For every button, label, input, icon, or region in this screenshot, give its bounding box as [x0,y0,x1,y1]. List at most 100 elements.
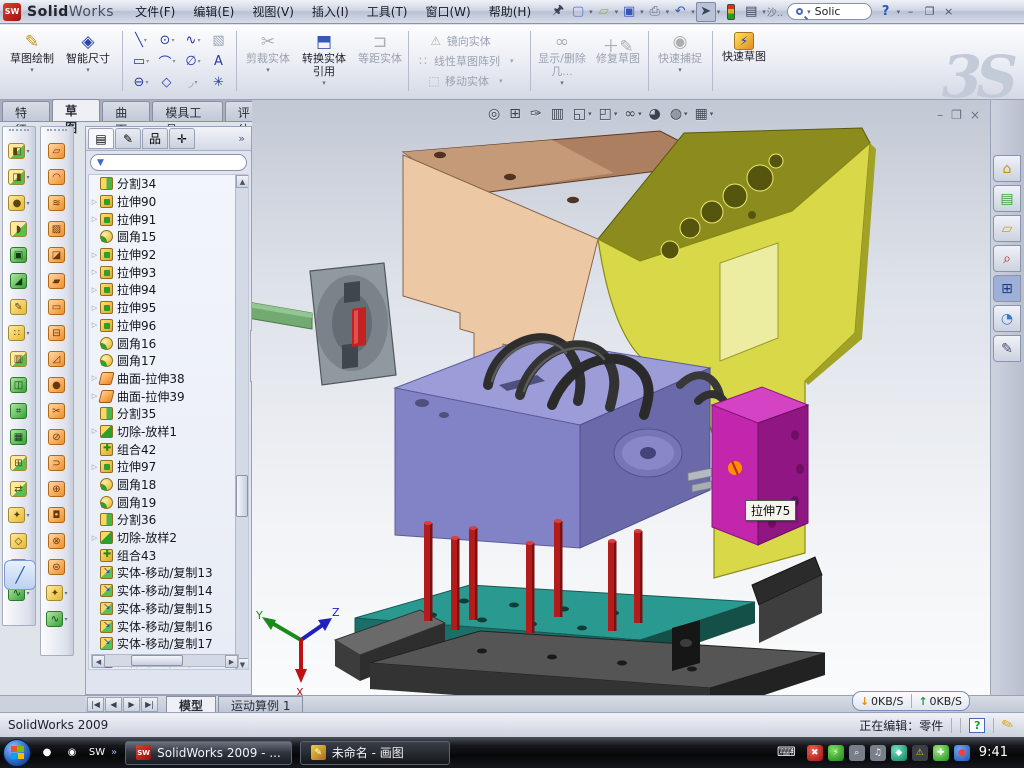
sketch-button[interactable]: ✎ 草图绘制 ▾ [4,28,60,94]
manager-tab[interactable]: ▤ [88,128,114,149]
sketch-entity-icon[interactable]: ▭▾ [128,51,154,72]
smart-dimension-button[interactable]: ◈ 智能尺寸 ▾ [60,28,116,94]
expand-arrow-icon[interactable]: ▷ [89,198,100,206]
pin-icon[interactable]: 🖈 [548,2,568,22]
expand-arrow-icon[interactable]: ▷ [89,534,100,542]
surface-tool-button[interactable]: ✂ [41,398,73,424]
display-delete-relations-button[interactable]: ∞ 显示/删除几... ▾ [534,28,590,94]
feature-tool-button[interactable]: ∷ ▾ [3,320,35,346]
headsup-icon[interactable]: ✑ [530,106,544,122]
select-dd-icon[interactable]: ▾ [717,8,721,16]
expand-arrow-icon[interactable]: ▷ [89,463,100,471]
search-box[interactable]: ▾ [787,3,872,20]
expand-arrow-icon[interactable]: ▷ [89,304,100,312]
headsup-icon[interactable]: ∞▾ [624,106,641,122]
tree-item[interactable]: ▷ 曲面-拉伸38 [89,370,235,388]
tree-item[interactable]: 圆角18 [89,476,235,494]
surface-tool-button[interactable]: ⊜ [41,554,73,580]
new-document-button[interactable]: ▢ [568,2,588,22]
convert-entities-button[interactable]: ⬒ 转换实体引用 ▾ [296,28,352,94]
surface-tool-button[interactable]: ✦ ▾ [41,580,73,606]
menu-item[interactable]: 工具(T) [358,0,417,23]
tree-item[interactable]: 圆角19 [89,493,235,511]
feature-tool-button[interactable]: ● ▾ [3,190,35,216]
feature-tool-button[interactable]: ◇ [3,528,35,554]
feature-tool-button[interactable]: ▦ [3,424,35,450]
scroll-up-icon[interactable]: ▲ [236,175,249,188]
tree-item[interactable]: 实体-移动/复制15 [89,600,235,618]
sketch-entity-icon[interactable]: ╲▾ [128,30,154,51]
close-button[interactable]: × [940,4,957,19]
surface-tool-button[interactable]: ◠ [41,164,73,190]
tag-icon[interactable]: ✎ [1000,715,1016,734]
feature-tool-button[interactable]: ◢ [3,268,35,294]
document-tab[interactable]: 运动算例 1 [218,696,303,712]
select-button[interactable]: ➤ [696,2,716,22]
surface-tool-button[interactable]: ▨ [41,216,73,242]
sketch-entity-icon[interactable]: ✳ [206,72,232,93]
tree-item[interactable]: ▷ 拉伸91 [89,210,235,228]
task-pane-tab[interactable]: ⌂ [993,155,1021,182]
doc-close-button[interactable]: × [970,108,980,122]
doc-restore-button[interactable]: ❐ [951,108,962,122]
display-delete-dd-icon[interactable]: ▾ [560,79,564,87]
sketch-entity-icon[interactable]: ▧ [206,30,232,51]
cavity-block[interactable] [395,338,722,548]
save-dd-icon[interactable]: ▾ [640,8,644,16]
taskbar-button-solidworks[interactable]: SW SolidWorks 2009 - ... [125,741,292,765]
restore-button[interactable]: ❐ [921,4,938,19]
feature-tool-button[interactable]: ▥ [3,346,35,372]
surface-tool-button[interactable]: ▰ [41,268,73,294]
expand-arrow-icon[interactable]: ▷ [89,251,100,259]
tree-item[interactable]: 分割34 [89,175,235,193]
tray-icon[interactable]: ✚ [933,745,949,761]
feature-tool-button[interactable]: ◗ [3,216,35,242]
surface-tool-button[interactable]: ◿ [41,346,73,372]
surface-tool-button[interactable]: ▭ [41,294,73,320]
ribbon-tab[interactable]: 特征 [2,101,50,121]
quick-launch-icon[interactable]: SW [88,744,106,762]
doc-minimize-button[interactable]: – [937,108,943,122]
ribbon-tab[interactable]: 模具工具 [152,101,222,121]
smart-dim-dd-icon[interactable]: ▾ [86,66,90,74]
tree-item[interactable]: ▷ 拉伸93 [89,263,235,281]
feature-tool-button[interactable]: ✦ ▾ [3,502,35,528]
options-button[interactable]: ▤ [741,2,761,22]
print-button[interactable]: ⎙ [645,2,665,22]
tray-icon[interactable]: ♫ [870,745,886,761]
document-tab[interactable]: 模型 [166,696,216,712]
tray-icon[interactable]: ⚠ [912,745,928,761]
manager-tab[interactable]: ✎ [115,128,141,149]
taskbar-button-paint[interactable]: ✎ 未命名 - 画图 [300,741,450,765]
surface-tool-button[interactable]: ⊕ [41,476,73,502]
quick-launch-icon[interactable]: ◉ [63,744,81,762]
quick-snaps-dd-icon[interactable]: ▾ [678,66,682,74]
tree-item[interactable]: ▷ 拉伸95 [89,299,235,317]
headsup-icon[interactable]: ▥ [551,106,566,122]
offset-entities-button[interactable]: ⊐ 等距实体 [352,28,408,94]
minimize-button[interactable]: – [902,4,919,19]
tray-icon[interactable]: ● [954,745,970,761]
tree-item[interactable]: 实体-移动/复制13 [89,564,235,582]
expand-arrow-icon[interactable]: ▷ [89,215,100,223]
toolbar-grip[interactable] [9,129,29,136]
toolbar-overflow[interactable]: 沙.. [767,4,783,19]
feature-tool-button[interactable]: ⌗ [3,398,35,424]
task-pane-tab[interactable]: ▱ [993,215,1021,242]
tree-item[interactable]: 分割35 [89,405,235,423]
sketch-dd-icon[interactable]: ▾ [30,66,34,74]
help-dd-icon[interactable]: ▾ [897,8,901,16]
tab-nav-button[interactable]: ▶| [141,697,158,712]
search-input[interactable] [815,5,863,18]
tree-item[interactable]: ▷ 拉伸97 [89,458,235,476]
model-canvas[interactable]: Y Z X [252,100,990,695]
save-button[interactable]: ▣ [619,2,639,22]
row-tool-button[interactable]: ⚠ 镜向实体 [425,32,505,50]
tab-nav-button[interactable]: ◀ [105,697,122,712]
ribbon-tab[interactable]: 草图 [52,99,100,121]
print-dd-icon[interactable]: ▾ [666,8,670,16]
quick-launch-chevron-icon[interactable]: » [111,747,117,758]
scroll-right-icon[interactable]: ▶ [225,655,238,668]
feature-tool-button[interactable]: ◨ ▾ [3,164,35,190]
surface-tool-button[interactable]: ◘ [41,502,73,528]
